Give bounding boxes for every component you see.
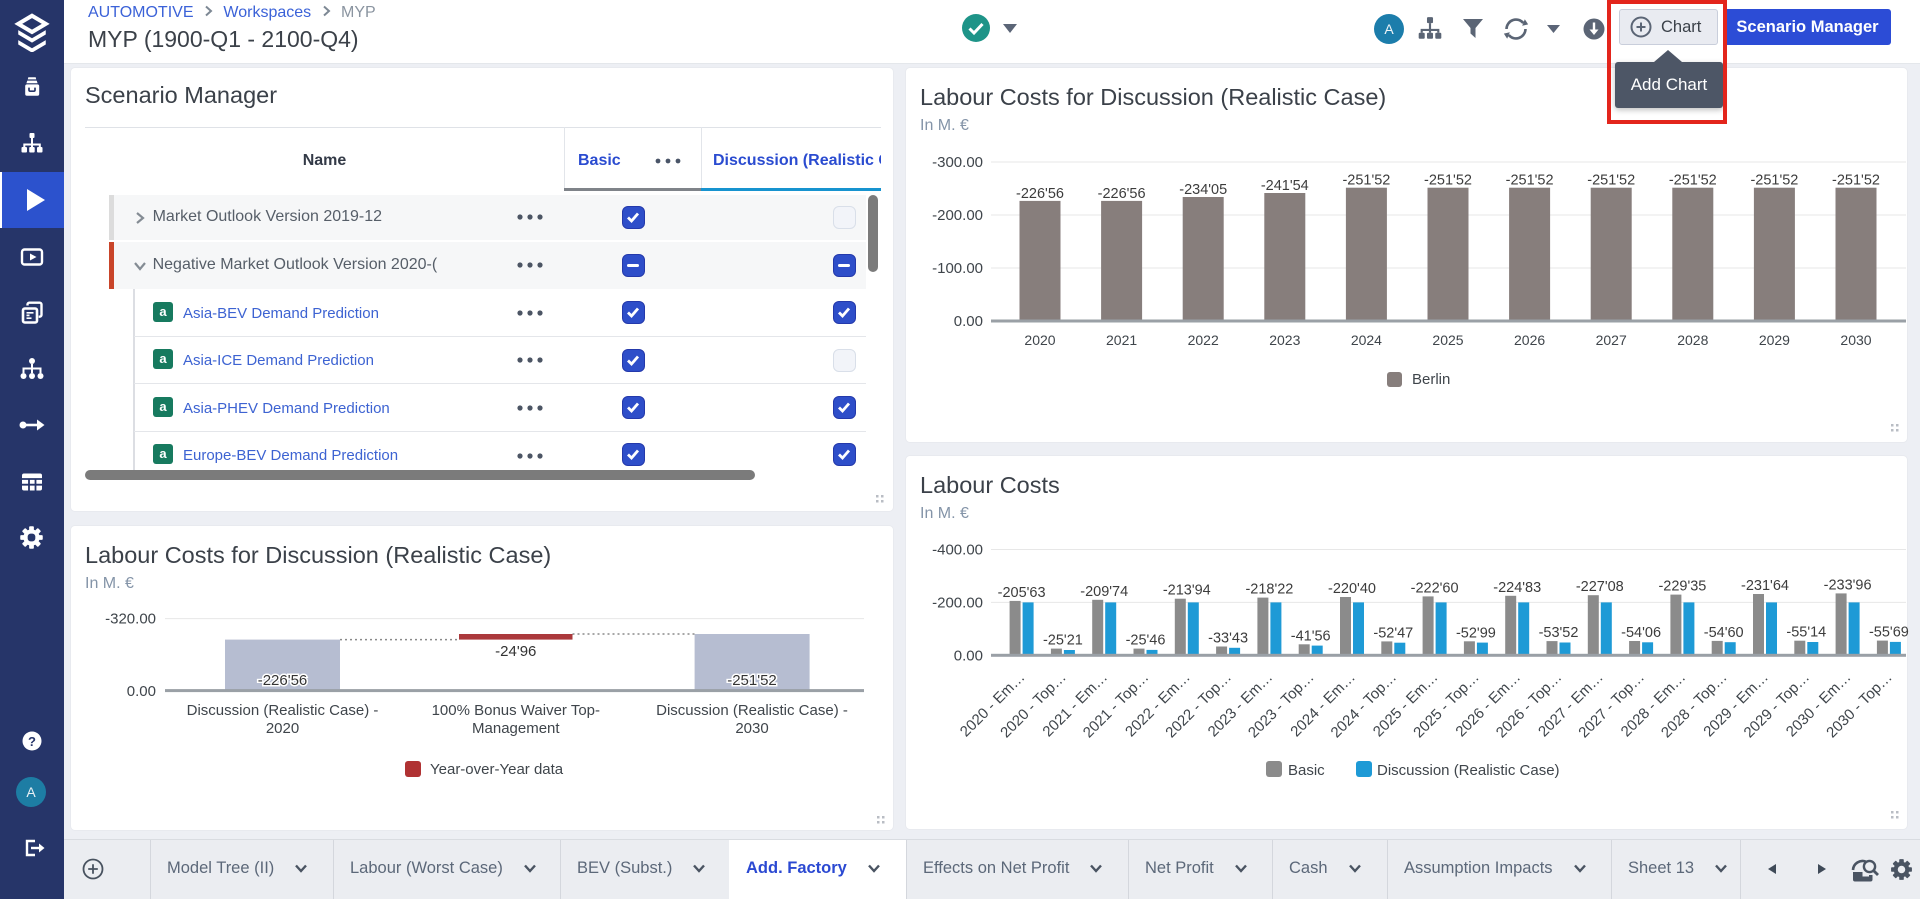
svg-text:-24'96: -24'96 [495, 643, 536, 660]
svg-text:-251'52: -251'52 [1587, 173, 1635, 189]
svg-text:-205'63: -205'63 [998, 585, 1046, 601]
svg-text:2023: 2023 [1269, 332, 1300, 348]
svg-text:-224'83: -224'83 [1493, 580, 1541, 596]
svg-text:-200.00: -200.00 [932, 594, 983, 611]
svg-text:-226'56: -226'56 [258, 672, 308, 689]
svg-text:-55'14: -55'14 [1786, 625, 1826, 641]
svg-text:-220'40: -220'40 [1328, 581, 1376, 597]
svg-text:-251'52: -251'52 [1750, 173, 1798, 189]
svg-text:-234'05: -234'05 [1179, 182, 1227, 198]
svg-text:-200.00: -200.00 [932, 207, 983, 224]
svg-text:Discussion (Realistic Case) -: Discussion (Realistic Case) - [656, 702, 848, 719]
svg-text:Discussion (Realistic Case) -: Discussion (Realistic Case) - [187, 702, 379, 719]
svg-text:-54'06: -54'06 [1621, 625, 1661, 641]
svg-text:?: ? [28, 734, 36, 749]
svg-text:-233'96: -233'96 [1824, 577, 1872, 593]
svg-text:Basic: Basic [1288, 762, 1325, 779]
svg-text:0.00: 0.00 [954, 313, 983, 330]
svg-text:-320.00: -320.00 [105, 611, 156, 628]
svg-text:-33'43: -33'43 [1208, 631, 1248, 647]
svg-text:-400.00: -400.00 [932, 542, 983, 559]
svg-text:-231'64: -231'64 [1741, 578, 1789, 594]
svg-text:-226'56: -226'56 [1098, 186, 1146, 202]
svg-text:-54'60: -54'60 [1704, 625, 1744, 641]
svg-text:Year-over-Year data: Year-over-Year data [430, 761, 564, 778]
svg-text:2028: 2028 [1677, 332, 1708, 348]
svg-text:2030: 2030 [1840, 332, 1871, 348]
svg-text:2022: 2022 [1188, 332, 1219, 348]
svg-text:-25'21: -25'21 [1043, 633, 1083, 649]
svg-text:-251'52: -251'52 [1669, 173, 1717, 189]
svg-text:-218'22: -218'22 [1245, 582, 1293, 598]
svg-text:2020: 2020 [1024, 332, 1055, 348]
svg-text:-41'56: -41'56 [1291, 628, 1331, 644]
svg-text:2029: 2029 [1759, 332, 1790, 348]
svg-text:-213'94: -213'94 [1163, 583, 1211, 599]
svg-text:0.00: 0.00 [954, 647, 983, 664]
svg-text:-251'52: -251'52 [1342, 173, 1390, 189]
svg-text:-251'52: -251'52 [727, 672, 777, 689]
svg-text:2024: 2024 [1351, 332, 1382, 348]
svg-text:-53'52: -53'52 [1539, 625, 1579, 641]
svg-text:-100.00: -100.00 [932, 260, 983, 277]
svg-text:2021: 2021 [1106, 332, 1137, 348]
svg-text:2030: 2030 [735, 720, 768, 737]
svg-text:-241'54: -241'54 [1261, 178, 1309, 194]
svg-text:-251'52: -251'52 [1506, 173, 1554, 189]
svg-text:-226'56: -226'56 [1016, 186, 1064, 202]
svg-text:-300.00: -300.00 [932, 154, 983, 171]
svg-text:2025: 2025 [1432, 332, 1463, 348]
svg-text:Discussion (Realistic Case): Discussion (Realistic Case) [1377, 762, 1560, 779]
svg-text:0.00: 0.00 [127, 683, 156, 700]
svg-text:Berlin: Berlin [1412, 371, 1450, 388]
svg-text:2026: 2026 [1514, 332, 1545, 348]
svg-text:-52'47: -52'47 [1373, 625, 1413, 641]
svg-text:2020: 2020 [266, 720, 299, 737]
svg-text:-209'74: -209'74 [1080, 584, 1128, 600]
svg-text:-251'52: -251'52 [1832, 173, 1880, 189]
svg-text:-55'69: -55'69 [1869, 625, 1909, 641]
svg-text:100% Bonus Waiver Top-: 100% Bonus Waiver Top- [432, 702, 600, 719]
svg-text:-227'08: -227'08 [1576, 579, 1624, 595]
svg-text:-222'60: -222'60 [1411, 580, 1459, 596]
svg-text:-52'99: -52'99 [1456, 625, 1496, 641]
svg-text:Management: Management [472, 720, 560, 737]
svg-text:-229'35: -229'35 [1658, 579, 1706, 595]
svg-text:-25'46: -25'46 [1126, 633, 1166, 649]
svg-text:2027: 2027 [1596, 332, 1627, 348]
svg-text:-251'52: -251'52 [1424, 173, 1472, 189]
